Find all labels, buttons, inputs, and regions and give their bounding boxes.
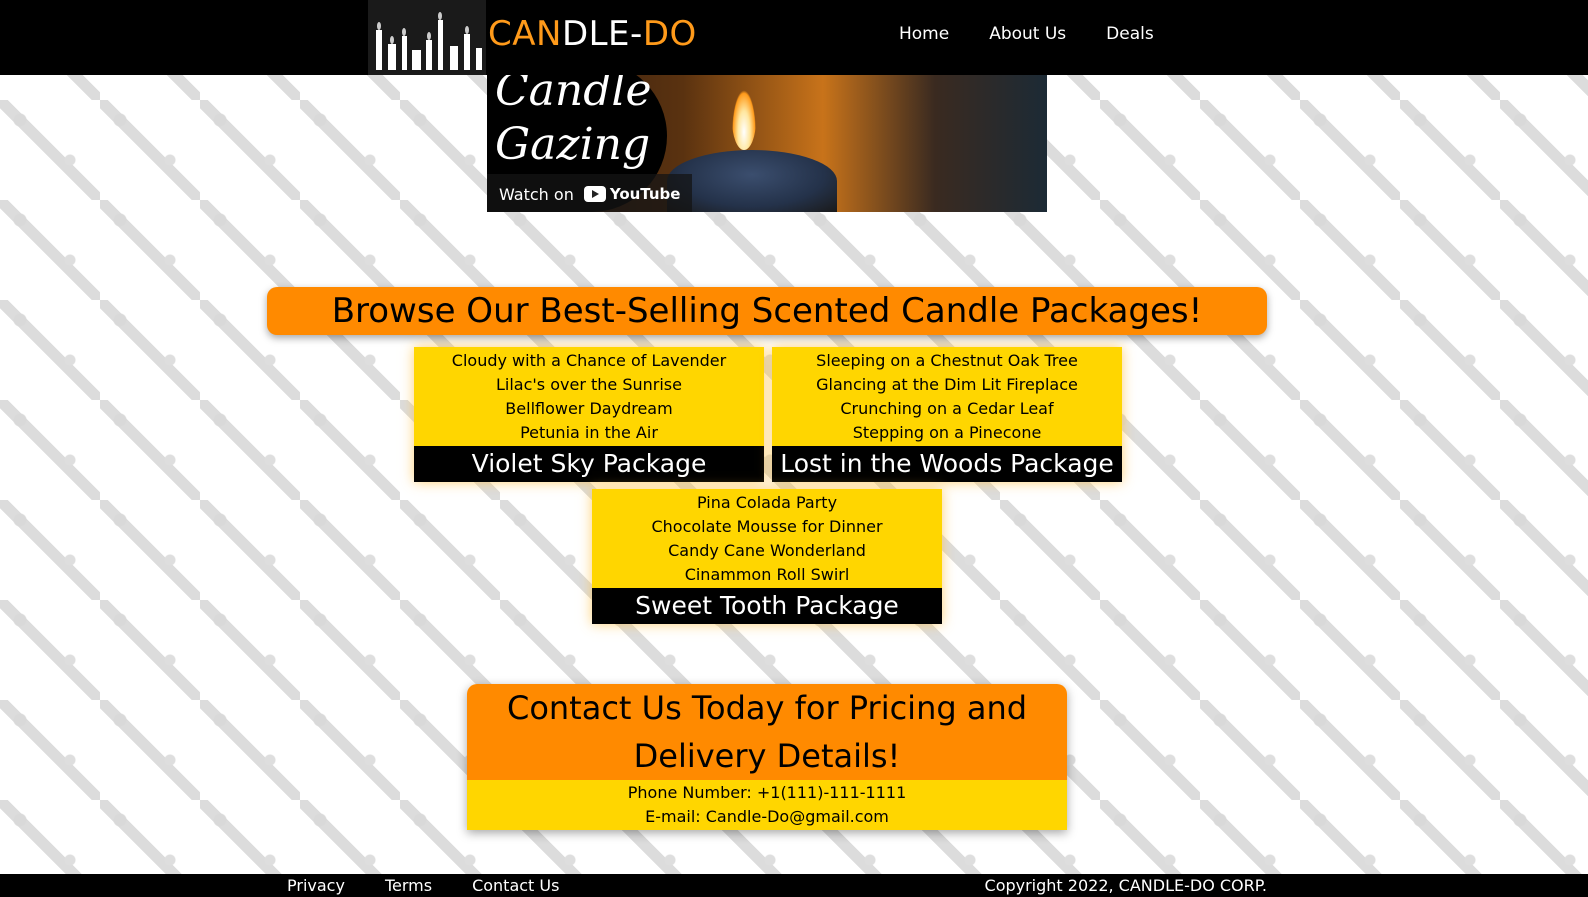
brand-logo-text[interactable]: CANDLE-DO [488, 14, 697, 54]
contact-section: Contact Us Today for Pricing and Deliver… [467, 684, 1067, 830]
watch-on-youtube-button[interactable]: Watch on YouTube [487, 174, 693, 212]
footer-terms-link[interactable]: Terms [385, 876, 432, 896]
package-item: Sleeping on a Chestnut Oak Tree [816, 351, 1078, 370]
contact-phone[interactable]: Phone Number: +1(111)-111-1111 [467, 781, 1067, 805]
package-name: Sweet Tooth Package [592, 588, 942, 624]
youtube-wordmark: YouTube [609, 185, 681, 203]
package-item: Pina Colada Party [696, 493, 838, 512]
contact-heading: Contact Us Today for Pricing and Deliver… [467, 684, 1067, 780]
package-item: Chocolate Mousse for Dinner [651, 517, 883, 536]
youtube-play-icon [583, 186, 606, 202]
package-name: Violet Sky Package [414, 446, 764, 482]
package-card-sweet-tooth[interactable]: Pina Colada Party Chocolate Mousse for D… [592, 489, 942, 624]
package-item: Crunching on a Cedar Leaf [840, 399, 1054, 418]
footer-links: Privacy Terms Contact Us [287, 876, 559, 896]
youtube-logo: YouTube [583, 185, 681, 203]
video-title-line-2: Gazing [495, 119, 651, 170]
brand-part-orange-2: DO [642, 14, 697, 54]
top-navbar: CANDLE-DO Home About Us Deals [0, 0, 1588, 75]
nav-about-link[interactable]: About Us [989, 24, 1066, 44]
package-item: Stepping on a Pinecone [852, 423, 1042, 442]
copyright-text: Copyright 2022, CANDLE-DO CORP. [984, 876, 1267, 895]
package-card-violet-sky[interactable]: Cloudy with a Chance of Lavender Lilac's… [414, 347, 764, 482]
package-item: Cinammon Roll Swirl [684, 565, 850, 584]
package-item: Petunia in the Air [520, 423, 658, 442]
brand-part-white: DLE- [561, 14, 643, 54]
candle-cup-image [667, 150, 837, 212]
package-items-list: Pina Colada Party Chocolate Mousse for D… [592, 489, 942, 587]
youtube-video-embed[interactable]: Candle Gazing Watch on YouTube [487, 60, 1047, 212]
video-title: Candle Gazing [495, 64, 652, 172]
contact-details: Phone Number: +1(111)-111-1111 E-mail: C… [467, 780, 1067, 830]
footer-contact-link[interactable]: Contact Us [472, 876, 559, 896]
package-items-list: Cloudy with a Chance of Lavender Lilac's… [414, 347, 764, 445]
main-nav: Home About Us Deals [899, 24, 1154, 44]
nav-deals-link[interactable]: Deals [1106, 24, 1154, 44]
package-item: Lilac's over the Sunrise [496, 375, 682, 394]
package-item: Glancing at the Dim Lit Fireplace [816, 375, 1078, 394]
browse-packages-heading: Browse Our Best-Selling Scented Candle P… [267, 287, 1267, 335]
brand-part-orange-1: CAN [488, 14, 562, 54]
nav-home-link[interactable]: Home [899, 24, 949, 44]
package-name: Lost in the Woods Package [772, 446, 1122, 482]
candles-logo-icon[interactable] [368, 0, 486, 75]
contact-email[interactable]: E-mail: Candle-Do@gmail.com [467, 805, 1067, 829]
package-card-lost-in-the-woods[interactable]: Sleeping on a Chestnut Oak Tree Glancing… [772, 347, 1122, 482]
candle-flame-image [732, 90, 756, 150]
package-item: Bellflower Daydream [505, 399, 673, 418]
footer: Privacy Terms Contact Us Copyright 2022,… [0, 874, 1588, 897]
watch-on-label: Watch on [499, 184, 574, 204]
package-item: Candy Cane Wonderland [668, 541, 866, 560]
package-item: Cloudy with a Chance of Lavender [451, 351, 727, 370]
package-items-list: Sleeping on a Chestnut Oak Tree Glancing… [772, 347, 1122, 445]
footer-privacy-link[interactable]: Privacy [287, 876, 345, 896]
